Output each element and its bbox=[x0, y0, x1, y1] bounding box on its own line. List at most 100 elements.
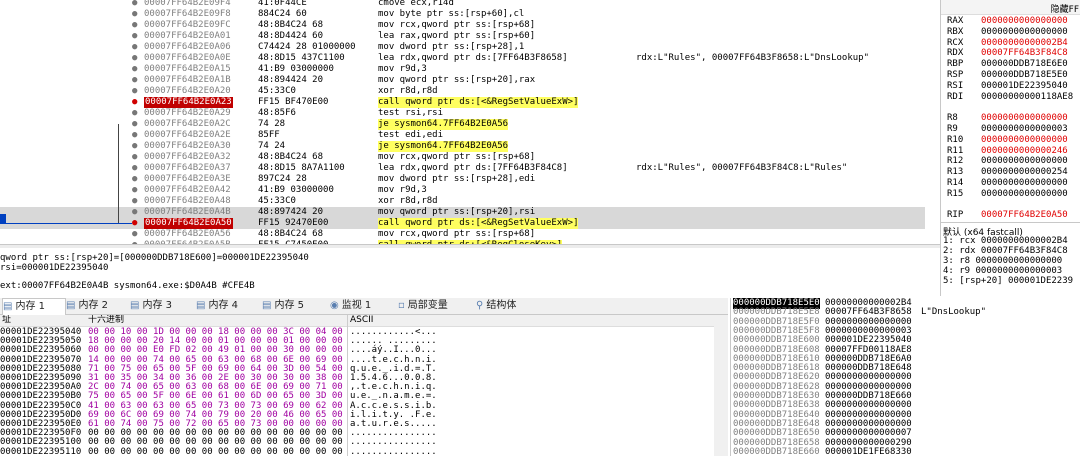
breakpoint-marker[interactable]: ● bbox=[132, 196, 137, 207]
register-value[interactable]: 0000000000000000 bbox=[981, 16, 1068, 26]
register-value[interactable]: 000001DE22395040 bbox=[981, 81, 1068, 91]
disasm-row[interactable]: ● 00007FF64B2E0A56 48:8B4C24 68 mov rcx,qwo… bbox=[0, 229, 925, 240]
register-name[interactable]: R11 bbox=[947, 146, 963, 156]
disasm-row[interactable]: ● 00007FF64B2E0A06 C74424 28 01000000 mov d… bbox=[0, 42, 925, 53]
register-value[interactable]: 0000000000000000 bbox=[981, 156, 1068, 166]
register-name[interactable]: R12 bbox=[947, 156, 963, 166]
register-name[interactable]: RSI bbox=[947, 81, 963, 91]
breakpoint-marker[interactable]: ● bbox=[132, 174, 137, 185]
tab-memory-1[interactable]: ▤ 内存 1 bbox=[2, 298, 66, 315]
disasm-row[interactable]: ● 00007FF64B2E0A2E 85FF test edi,edi bbox=[0, 130, 925, 141]
disasm-row[interactable]: ● 00007FF64B2E0A32 48:8B4C24 68 mov rcx,qwo… bbox=[0, 152, 925, 163]
register-name[interactable]: R9 bbox=[947, 124, 958, 134]
register-value[interactable]: 0000000000000000 bbox=[981, 178, 1068, 188]
disasm-row[interactable]: ● 00007FF64B2E0A01 48:8D4424 60 lea rax,qwo… bbox=[0, 31, 925, 42]
disasm-row[interactable]: ● 00007FF64B2E0A15 41:B9 03000000 mov r9d,3 bbox=[0, 64, 925, 75]
pane-divider[interactable] bbox=[0, 244, 940, 248]
breakpoint-marker[interactable]: ● bbox=[132, 108, 137, 119]
register-value[interactable]: 00000000000002B4 bbox=[981, 38, 1068, 48]
breakpoint-marker[interactable]: ● bbox=[132, 218, 137, 229]
register-name[interactable]: RBX bbox=[947, 27, 963, 37]
register-name[interactable]: RAX bbox=[947, 16, 963, 26]
register-value[interactable]: 0000000000000254 bbox=[981, 167, 1068, 177]
register-value[interactable]: 00000000000118AE8 bbox=[981, 92, 1073, 102]
breakpoint-marker[interactable]: ● bbox=[132, 207, 137, 218]
disassembly-view[interactable]: ● 00007FF64B2E09F4 41:0F44CE cmove ecx,r14d… bbox=[0, 0, 925, 244]
disasm-row[interactable]: ● 00007FF64B2E0A50 FF15 92470E00 call qword… bbox=[0, 218, 925, 229]
breakpoint-marker[interactable]: ● bbox=[132, 53, 137, 64]
instruction-comment: rdx:L"Rules", 00007FF64B3F8658:L"DnsLook… bbox=[636, 53, 869, 63]
breakpoint-marker[interactable]: ● bbox=[132, 229, 137, 240]
breakpoint-marker[interactable]: ● bbox=[132, 163, 137, 174]
register-value[interactable]: 0000000000000000 bbox=[981, 135, 1068, 145]
breakpoint-marker[interactable]: ● bbox=[132, 31, 137, 42]
tab-memory-3[interactable]: ▤ 内存 3 bbox=[130, 298, 192, 314]
breakpoint-marker[interactable]: ● bbox=[132, 97, 137, 108]
breakpoint-marker[interactable]: ● bbox=[132, 0, 137, 9]
register-value[interactable]: 0000000000000000 bbox=[981, 189, 1068, 199]
breakpoint-marker[interactable]: ● bbox=[132, 75, 137, 86]
tab-locals[interactable]: ▫ 局部变量 bbox=[398, 298, 472, 314]
disasm-row[interactable]: ● 00007FF64B2E0A30 74 24 je sysmon64.7FF64B… bbox=[0, 141, 925, 152]
breakpoint-marker[interactable]: ● bbox=[132, 152, 137, 163]
tab-memory-4[interactable]: ▤ 内存 4 bbox=[196, 298, 258, 314]
register-value[interactable]: 000000DDB718E5E0 bbox=[981, 70, 1068, 80]
register-name[interactable]: R8 bbox=[947, 113, 958, 123]
disasm-row[interactable]: ● 00007FF64B2E0A0E 48:8D15 437C1100 lea rdx… bbox=[0, 53, 925, 64]
disasm-row[interactable]: ● 00007FF64B2E09F4 41:0F44CE cmove ecx,r14d bbox=[0, 0, 925, 9]
disasm-row[interactable]: ● 00007FF64B2E0A4B 48:897424 20 mov qword p… bbox=[0, 207, 925, 218]
breakpoint-marker[interactable]: ● bbox=[132, 141, 137, 152]
breakpoint-marker[interactable]: ● bbox=[132, 9, 137, 20]
register-name[interactable]: RSP bbox=[947, 70, 963, 80]
breakpoint-marker[interactable]: ● bbox=[132, 130, 137, 141]
tab-memory-5[interactable]: ▤ 内存 5 bbox=[262, 298, 324, 314]
disasm-row[interactable]: ● 00007FF64B2E0A48 45:33C0 xor r8d,r8d bbox=[0, 196, 925, 207]
instruction-bytes: FF15 BF470E00 bbox=[258, 97, 329, 107]
hide-fpu-button[interactable]: 隐藏FF bbox=[1051, 2, 1079, 15]
jump-line bbox=[118, 124, 119, 223]
disasm-row[interactable]: ● 00007FF64B2E0A37 48:8D15 8A7A1100 lea rdx… bbox=[0, 163, 925, 174]
register-name[interactable]: RDI bbox=[947, 92, 963, 102]
disasm-row[interactable]: ● 00007FF64B2E0A42 41:B9 03000000 mov r9d,3 bbox=[0, 185, 925, 196]
register-name[interactable]: R10 bbox=[947, 135, 963, 145]
tab-memory-2[interactable]: ▤ 内存 2 bbox=[66, 298, 128, 314]
register-value[interactable]: 0000000000000246 bbox=[981, 146, 1068, 156]
register-name[interactable]: RDX bbox=[947, 48, 963, 58]
disasm-row[interactable]: ● 00007FF64B2E09FC 48:8B4C24 68 mov rcx,qwo… bbox=[0, 20, 925, 31]
breakpoint-marker[interactable]: ● bbox=[132, 42, 137, 53]
register-value[interactable]: 00007FF64B2E0A50 bbox=[981, 210, 1068, 220]
register-value[interactable]: 0000000000000000 bbox=[981, 113, 1068, 123]
stack-view[interactable]: 000000DDB718E5E0 00000000000002B4 000000DD… bbox=[730, 298, 1080, 456]
disasm-row[interactable]: ● 00007FF64B2E09F8 884C24 60 mov byte ptr s… bbox=[0, 9, 925, 20]
register-name[interactable]: R14 bbox=[947, 178, 963, 188]
instruction-bytes: 48:8B4C24 68 bbox=[258, 20, 324, 30]
hex-dump-view[interactable]: 址 十六进制 ASCII 00001DE22395040 00 00 10 00 … bbox=[0, 315, 728, 456]
dump-row[interactable]: 00001DE22395110 00 00 00 00 00 00 00 00 0… bbox=[0, 447, 714, 456]
breakpoint-marker[interactable]: ● bbox=[132, 20, 137, 31]
register-name[interactable]: RCX bbox=[947, 38, 963, 48]
register-value[interactable]: 00007FF64B3F84C8 bbox=[981, 48, 1068, 58]
breakpoint-marker[interactable]: ● bbox=[132, 64, 137, 75]
dump-scrollbar[interactable] bbox=[714, 326, 728, 456]
register-name[interactable]: R15 bbox=[947, 189, 963, 199]
disasm-row[interactable]: ● 00007FF64B2E0A20 45:33C0 xor r8d,r8d bbox=[0, 86, 925, 97]
instruction-text: call qword ptr ds:[<&RegSetValueExW>] bbox=[378, 97, 579, 108]
disasm-row[interactable]: ● 00007FF64B2E0A29 48:85F6 test rsi,rsi bbox=[0, 108, 925, 119]
register-value[interactable]: 000000DDB718E6E0 bbox=[981, 59, 1068, 69]
register-name[interactable]: RIP bbox=[947, 210, 963, 220]
breakpoint-marker[interactable]: ● bbox=[132, 119, 137, 130]
breakpoint-marker[interactable]: ● bbox=[132, 86, 137, 97]
tab-watch-1[interactable]: ◉ 监视 1 bbox=[330, 298, 392, 314]
disasm-row[interactable]: ● 00007FF64B2E0A23 FF15 BF470E00 call qword… bbox=[0, 97, 925, 108]
memory-icon: ▤ bbox=[130, 300, 140, 311]
breakpoint-marker[interactable]: ● bbox=[132, 185, 137, 196]
stack-row[interactable]: 000000DDB718E660 000001DE1FE68330 bbox=[731, 447, 1080, 456]
disasm-row[interactable]: ● 00007FF64B2E0A3E 897C24 28 mov dword ptr … bbox=[0, 174, 925, 185]
disasm-row[interactable]: ● 00007FF64B2E0A2C 74 28 je sysmon64.7FF64B… bbox=[0, 119, 925, 130]
register-name[interactable]: RBP bbox=[947, 59, 963, 69]
disasm-row[interactable]: ● 00007FF64B2E0A1B 48:894424 20 mov qword p… bbox=[0, 75, 925, 86]
register-value[interactable]: 0000000000000000 bbox=[981, 27, 1068, 37]
tab-struct[interactable]: ⚲ 结构体 bbox=[476, 298, 538, 314]
register-name[interactable]: R13 bbox=[947, 167, 963, 177]
register-value[interactable]: 0000000000000003 bbox=[981, 124, 1068, 134]
